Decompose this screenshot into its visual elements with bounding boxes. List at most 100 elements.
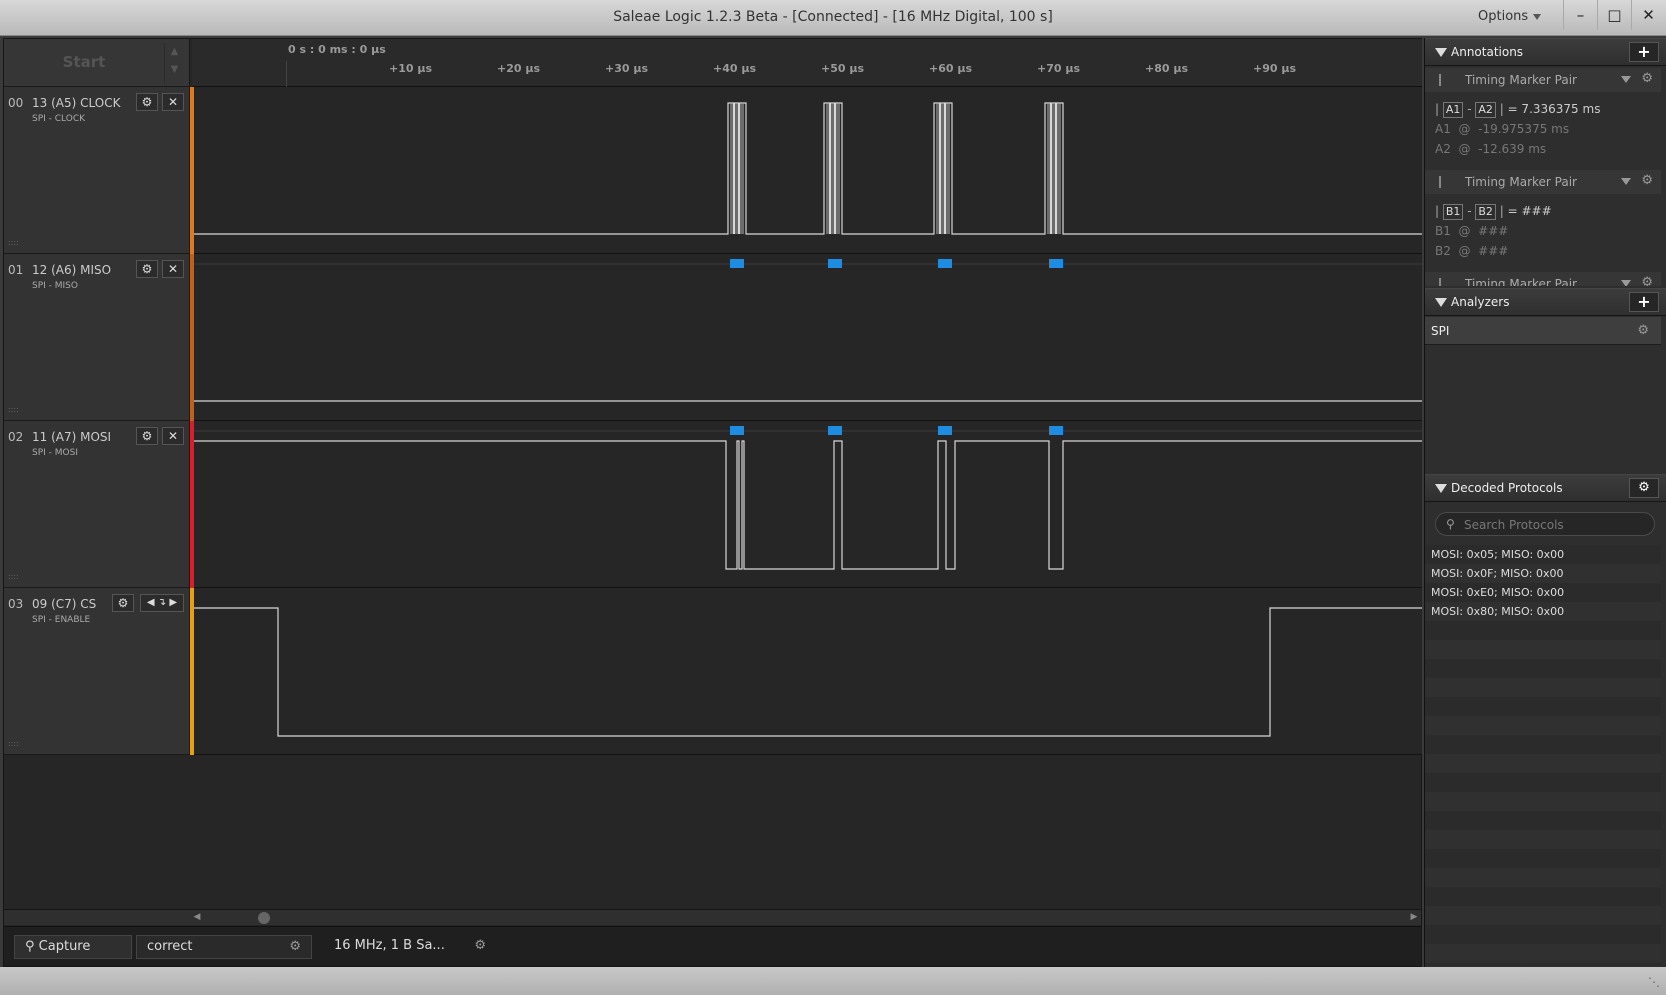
channel-number: 02 [8,430,24,444]
gear-icon[interactable]: ⚙ [136,260,158,278]
gear-icon[interactable]: ⚙ [289,939,301,954]
close-button[interactable]: ✕ [1631,0,1665,30]
marker-a1-row: A1 @ -19.975375 ms [1435,122,1570,136]
channel-name[interactable]: 12 (A6) MISO [32,263,111,277]
channel-name[interactable]: 09 (C7) CS [32,597,96,611]
start-spinner[interactable]: ▲ ▼ [164,43,184,83]
resize-grip-icon[interactable]: ⋱ [1648,975,1660,989]
marker-delta-row: | B1 - B2 | = ### [1435,204,1552,220]
search-input[interactable]: Search Protocols [1464,518,1564,532]
waveform-panel: Start ▲ ▼ 0 s : 0 ms : 0 µs +10 µs +20 µs… [3,38,1422,967]
close-icon[interactable]: ✕ [162,93,184,111]
marker-b1-value: ### [1478,224,1509,238]
chevron-left-icon[interactable]: ◀ [147,597,155,608]
marker-name: A2 [1435,142,1451,156]
session-tab[interactable]: correct ⚙ [136,935,312,959]
channel-analyzer-label: SPI - MISO [32,281,78,291]
chevron-down-icon [1533,13,1542,20]
marker-b1-label[interactable]: B1 [1442,204,1464,220]
chevron-right-icon[interactable]: ▶ [169,597,177,608]
horizontal-scrollbar[interactable]: ◀ ▶ [4,909,1421,925]
chevron-down-icon[interactable] [1621,76,1631,83]
gear-icon[interactable]: ⚙ [1629,478,1659,498]
start-button[interactable]: Start [4,53,164,71]
scroll-thumb[interactable] [258,912,270,924]
tick-label: +60 µs [929,62,972,75]
gear-icon[interactable]: ⚙ [136,93,158,111]
marker-b2-value: ### [1478,244,1509,258]
add-analyzer-button[interactable]: + [1629,292,1659,312]
channel-number: 00 [8,96,24,110]
drag-handle-icon[interactable]: :::: [8,739,19,748]
maximize-button[interactable]: □ [1597,0,1631,30]
annotations-header[interactable]: Annotations + [1425,38,1666,66]
analyzer-item-spi[interactable]: SPI ⚙ [1425,317,1661,345]
chevron-down-icon[interactable] [1621,280,1631,286]
close-icon[interactable]: ✕ [162,260,184,278]
channel-name[interactable]: 13 (A5) CLOCK [32,96,120,110]
scroll-right-icon[interactable]: ▶ [1407,910,1421,925]
channel-number: 03 [8,597,24,611]
scroll-left-icon[interactable]: ◀ [190,910,204,925]
decoded-protocols-header[interactable]: Decoded Protocols ⚙ [1425,474,1666,502]
gear-icon[interactable]: ⚙ [1641,275,1653,286]
search-protocols-box[interactable]: ⚲ Search Protocols [1435,512,1655,536]
marker-a2-value: -12.639 ms [1478,142,1547,156]
channel-label: 00 13 (A5) CLOCK SPI - CLOCK ⚙ ✕ :::: [4,87,190,254]
channel-number: 01 [8,263,24,277]
time-ruler[interactable]: 0 s : 0 ms : 0 µs +10 µs +20 µs +30 µs +… [192,39,1422,87]
gear-icon[interactable]: ⚙ [474,938,486,953]
channel-name[interactable]: 11 (A7) MOSI [32,430,111,444]
marker-pair-a: ❙ Timing Marker Pair ⚙ | A1 - A2 | = 7.3… [1425,68,1661,159]
section-title: Annotations [1451,45,1524,59]
decoded-row[interactable]: MOSI: 0x0F; MISO: 0x00 [1425,564,1661,583]
chevron-up-icon[interactable]: ▲ [171,46,179,57]
close-icon[interactable]: ✕ [162,427,184,445]
collapse-triangle-icon[interactable] [1435,484,1447,493]
chevron-down-icon[interactable]: ▼ [171,64,179,75]
tick-label: +90 µs [1253,62,1296,75]
drag-handle-icon[interactable]: :::: [8,572,19,581]
add-annotation-button[interactable]: + [1629,42,1659,62]
gear-icon[interactable]: ⚙ [1641,173,1653,188]
drag-handle-icon[interactable]: :::: [8,405,19,414]
gear-icon[interactable]: ⚙ [112,594,134,612]
options-menu[interactable]: Options [1478,9,1542,24]
capture-label: Capture [38,939,91,954]
decoded-row[interactable]: MOSI: 0x80; MISO: 0x00 [1425,602,1661,621]
decoded-row[interactable]: MOSI: 0x05; MISO: 0x00 [1425,545,1661,564]
waveform-clock[interactable] [194,87,1422,254]
marker-pair-title: Timing Marker Pair [1465,277,1577,286]
waveform-mosi[interactable] [194,421,1422,588]
collapse-triangle-icon[interactable] [1435,48,1447,57]
gear-icon[interactable]: ⚙ [136,427,158,445]
minimize-button[interactable]: – [1563,0,1597,30]
marker-name: A1 [1435,122,1451,136]
gear-icon[interactable]: ⚙ [1637,323,1649,338]
sample-rate-tab[interactable]: 16 MHz, 1 B Sa... ⚙ [324,935,496,959]
marker-pair-header[interactable]: ❙ Timing Marker Pair ⚙ [1425,68,1661,92]
capture-button[interactable]: ⚲ Capture [14,935,132,959]
window-title: Saleae Logic 1.2.3 Beta - [Connected] - … [613,9,1053,25]
marker-pair-header[interactable]: ❙ Timing Marker Pair ⚙ [1425,272,1661,286]
marker-pair-title: Timing Marker Pair [1465,73,1577,87]
marker-delta-row: | A1 - A2 | = 7.336375 ms [1435,102,1601,118]
decoded-row[interactable]: MOSI: 0xE0; MISO: 0x00 [1425,583,1661,602]
analyzers-header[interactable]: Analyzers + [1425,288,1666,316]
marker-pair-header[interactable]: ❙ Timing Marker Pair ⚙ [1425,170,1661,194]
waveform-miso[interactable] [194,254,1422,421]
channel-label: 01 12 (A6) MISO SPI - MISO ⚙ ✕ :::: [4,254,190,421]
gear-icon[interactable]: ⚙ [1641,71,1653,86]
edge-navigation[interactable]: ◀ ↴ ▶ [140,594,184,612]
channel-analyzer-label: SPI - ENABLE [32,615,91,625]
marker-b2-label[interactable]: B2 [1475,204,1496,220]
marker-a1-label[interactable]: A1 [1442,102,1464,118]
marker-a2-label[interactable]: A2 [1475,102,1496,118]
waveform-cs[interactable] [194,588,1422,755]
channel-analyzer-label: SPI - CLOCK [32,114,86,124]
chevron-down-icon[interactable] [1621,178,1631,185]
falling-edge-icon[interactable]: ↴ [158,597,166,608]
drag-handle-icon[interactable]: :::: [8,238,19,247]
tick-label: +80 µs [1145,62,1188,75]
collapse-triangle-icon[interactable] [1435,298,1447,307]
